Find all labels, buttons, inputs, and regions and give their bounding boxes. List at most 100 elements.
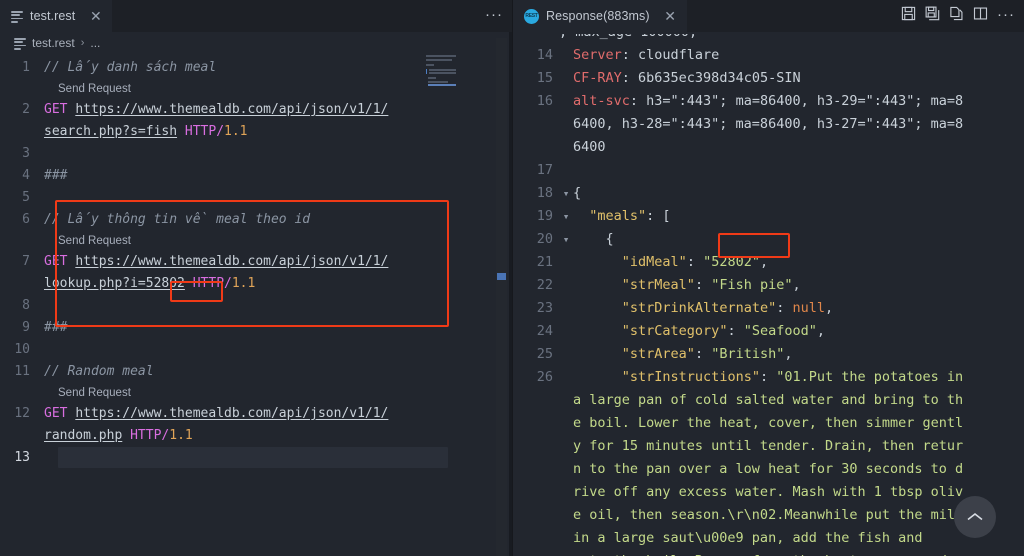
- code-line[interactable]: rive off any excess water. Mash with 1 t…: [513, 481, 1024, 504]
- code-line[interactable]: 15 CF-RAY: 6b635ec398d34c05-SIN: [513, 67, 1024, 90]
- left-code-area[interactable]: 1 // Lấy danh sách meal Send Request 2 GET h…: [0, 54, 512, 469]
- code-line[interactable]: g to the boil. Remove from the heat, cov…: [513, 550, 1024, 556]
- code-text: "strMeal": "Fish pie",: [621, 277, 801, 293]
- chevron-down-icon[interactable]: ▾: [559, 205, 573, 228]
- code-line[interactable]: 13: [0, 447, 512, 469]
- code-line[interactable]: 6 // Lấy thông tin về meal theo id: [0, 209, 512, 231]
- file-lines-icon: [11, 10, 23, 23]
- line-number: 3: [22, 146, 30, 161]
- code-line[interactable]: 7 GET https://www.themealdb.com/api/json/…: [0, 251, 512, 273]
- line-number: 13: [14, 450, 30, 465]
- send-request-codelens[interactable]: Send Request: [0, 231, 512, 251]
- code-text: ###: [44, 168, 68, 183]
- code-text: ###: [44, 320, 68, 335]
- chevron-down-icon[interactable]: ▾: [559, 228, 573, 251]
- right-tabbar-actions: ···: [901, 0, 1024, 32]
- vscode-window: test.rest ✕ ··· test.rest › ... 1 // Lấy …: [0, 0, 1024, 556]
- save-all-icon[interactable]: [925, 6, 940, 26]
- clipped-header-line: , max_age=100000;: [513, 34, 1024, 44]
- close-icon[interactable]: ✕: [88, 9, 103, 23]
- save-icon[interactable]: [901, 6, 916, 26]
- code-line[interactable]: 11 // Random meal: [0, 361, 512, 383]
- right-code-area[interactable]: , max_age=100000; 14 Server: cloudflare 15 C…: [513, 32, 1024, 556]
- code-line[interactable]: 10: [0, 339, 512, 361]
- code-line[interactable]: 6400, h3-28=":443"; ma=86400, h3-27=":44…: [513, 113, 1024, 136]
- code-line[interactable]: 2 GET https://www.themealdb.com/api/json/…: [0, 99, 512, 121]
- code-line[interactable]: 22 "strMeal": "Fish pie",: [513, 274, 1024, 297]
- more-actions-icon[interactable]: ···: [485, 7, 503, 26]
- code-text: y for 15 minutes until tender. Drain, th…: [573, 438, 964, 454]
- code-text: Server: cloudflare: [573, 47, 720, 63]
- line-number: 23: [536, 300, 553, 316]
- code-line[interactable]: 3: [0, 143, 512, 165]
- code-line[interactable]: 16 alt-svc: h3=":443"; ma=86400, h3-29=":…: [513, 90, 1024, 113]
- code-line[interactable]: 8: [0, 295, 512, 317]
- code-line[interactable]: 19 ▾ "meals": [: [513, 205, 1024, 228]
- line-number: 11: [14, 364, 30, 379]
- code-text: // Lấy thông tin về meal theo id: [44, 212, 311, 227]
- copy-icon[interactable]: [949, 6, 964, 26]
- code-line[interactable]: e boil. Lower the heat, cover, then simm…: [513, 412, 1024, 435]
- code-line[interactable]: 20 ▾ {: [513, 228, 1024, 251]
- chevron-down-icon[interactable]: ▾: [559, 182, 573, 205]
- code-line[interactable]: y for 15 minutes until tender. Drain, th…: [513, 435, 1024, 458]
- split-editor-icon[interactable]: [973, 6, 988, 26]
- breadcrumb-file[interactable]: test.rest: [32, 36, 75, 50]
- code-line[interactable]: 5: [0, 187, 512, 209]
- code-line[interactable]: in a large saut\u00e9 pan, add the fish …: [513, 527, 1024, 550]
- code-text: a large pan of cold salted water and bri…: [573, 392, 964, 408]
- line-number: 2: [22, 102, 30, 117]
- code-line[interactable]: 9 ###: [0, 317, 512, 339]
- code-text: {: [605, 231, 614, 247]
- code-line[interactable]: 4 ###: [0, 165, 512, 187]
- code-text: {: [573, 185, 582, 201]
- line-number: 17: [536, 162, 553, 178]
- send-request-codelens[interactable]: Send Request: [0, 383, 512, 403]
- code-text: in a large saut\u00e9 pan, add the fish …: [573, 530, 923, 546]
- code-text: GET https://www.themealdb.com/api/json/v…: [44, 102, 389, 117]
- code-line[interactable]: 26 "strInstructions": "01.Put the potato…: [513, 366, 1024, 389]
- line-number: 25: [536, 346, 553, 362]
- tab-label: Response(883ms): [546, 9, 650, 23]
- line-number: 20: [536, 231, 553, 247]
- code-line[interactable]: 24 "strCategory": "Seafood",: [513, 320, 1024, 343]
- code-line[interactable]: 23 "strDrinkAlternate": null,: [513, 297, 1024, 320]
- code-line[interactable]: 12 GET https://www.themealdb.com/api/json…: [0, 403, 512, 425]
- right-tabbar: REST Response(883ms) ✕ ···: [513, 0, 1024, 32]
- code-line[interactable]: 18 ▾{: [513, 182, 1024, 205]
- scrollbar-thumb[interactable]: [497, 273, 506, 280]
- code-text: 6400, h3-28=":443"; ma=86400, h3-27=":44…: [573, 116, 964, 132]
- code-text: // Random meal: [44, 364, 154, 379]
- scroll-to-top-button[interactable]: [954, 496, 996, 538]
- code-text: e boil. Lower the heat, cover, then simm…: [573, 415, 964, 431]
- code-line-wrap: random.php HTTP/1.1: [0, 425, 512, 447]
- line-number: 26: [536, 369, 553, 385]
- breadcrumb: test.rest › ...: [0, 32, 512, 54]
- code-text: "idMeal": "52802",: [621, 254, 769, 270]
- code-text: 6400: [573, 139, 606, 155]
- code-line[interactable]: n to the pan over a low heat for 30 seco…: [513, 458, 1024, 481]
- code-line[interactable]: 17: [513, 159, 1024, 182]
- line-number: 18: [536, 185, 553, 201]
- close-icon[interactable]: ✕: [663, 9, 678, 23]
- code-line[interactable]: 21 "idMeal": "52802",: [513, 251, 1024, 274]
- more-actions-icon[interactable]: ···: [997, 7, 1015, 26]
- left-scrollbar[interactable]: [496, 38, 507, 556]
- line-number: 24: [536, 323, 553, 339]
- editor-right-margin: [456, 32, 496, 556]
- line-number: 5: [22, 190, 30, 205]
- code-text: alt-svc: h3=":443"; ma=86400, h3-29=":44…: [573, 93, 964, 109]
- editor-panel-right: REST Response(883ms) ✕ ··· 14 Server: cl…: [512, 0, 1024, 556]
- tab-response[interactable]: REST Response(883ms) ✕: [513, 0, 687, 32]
- code-line[interactable]: e oil, then season.\r\n02.Meanwhile put …: [513, 504, 1024, 527]
- code-line[interactable]: 14 Server: cloudflare: [513, 44, 1024, 67]
- code-line[interactable]: 25 "strArea": "British",: [513, 343, 1024, 366]
- code-text: g to the boil. Remove from the heat, cov…: [573, 550, 963, 556]
- tab-test-rest[interactable]: test.rest ✕: [0, 0, 113, 32]
- breadcrumb-more[interactable]: ...: [90, 36, 100, 50]
- line-number: 1: [22, 60, 30, 75]
- code-line[interactable]: a large pan of cold salted water and bri…: [513, 389, 1024, 412]
- line-number: 16: [536, 93, 553, 109]
- code-line[interactable]: 6400: [513, 136, 1024, 159]
